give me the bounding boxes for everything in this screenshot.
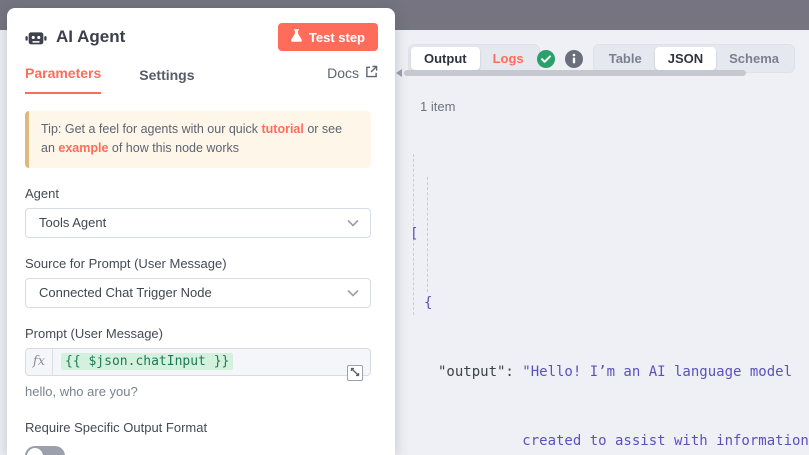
scrollbar-left-arrow bbox=[396, 69, 402, 77]
flask-icon bbox=[291, 29, 302, 45]
json-line: created to assist with information bbox=[410, 430, 809, 453]
node-header: AI Agent Test step bbox=[7, 8, 395, 51]
format-switch: Table JSON Schema bbox=[593, 44, 795, 73]
external-link-icon bbox=[365, 65, 378, 81]
json-line: "output": "Hello! I’m an AI language mode… bbox=[410, 361, 809, 384]
tab-schema[interactable]: Schema bbox=[716, 47, 792, 70]
json-line: { bbox=[410, 292, 809, 315]
expand-icon bbox=[350, 365, 360, 380]
output-format-toggle[interactable] bbox=[25, 446, 65, 455]
output-format-label: Require Specific Output Format bbox=[25, 420, 378, 435]
json-string-value: "Hello! I’m an AI language model bbox=[522, 364, 792, 380]
expression-code[interactable]: {{ $json.chatInput }} bbox=[61, 353, 233, 370]
node-tabs: Parameters Settings Docs bbox=[7, 51, 395, 94]
tab-output[interactable]: Output bbox=[411, 47, 480, 70]
prompt-source-select[interactable]: Connected Chat Trigger Node bbox=[25, 278, 371, 308]
chevron-down-icon bbox=[347, 289, 359, 297]
robot-icon bbox=[25, 26, 47, 48]
success-check-icon bbox=[537, 50, 555, 68]
json-line: [ bbox=[410, 223, 809, 246]
agent-select[interactable]: Tools Agent bbox=[25, 208, 371, 238]
test-step-button[interactable]: Test step bbox=[278, 23, 378, 51]
json-output-view: [ { "output": "Hello! I’m an AI language … bbox=[410, 131, 809, 455]
chevron-down-icon bbox=[347, 219, 359, 227]
fx-badge: fx bbox=[26, 349, 53, 375]
toggle-knob bbox=[27, 448, 43, 455]
parameters-form: Tip: Get a feel for agents with our quic… bbox=[7, 94, 395, 455]
prompt-source-label: Source for Prompt (User Message) bbox=[25, 256, 378, 271]
expand-expression-button[interactable] bbox=[347, 365, 363, 381]
tab-parameters[interactable]: Parameters bbox=[25, 65, 101, 94]
agent-label: Agent bbox=[25, 186, 378, 201]
docs-link[interactable]: Docs bbox=[327, 65, 378, 94]
tutorial-link[interactable]: tutorial bbox=[261, 122, 303, 136]
example-link[interactable]: example bbox=[58, 141, 108, 155]
tab-json[interactable]: JSON bbox=[655, 47, 716, 70]
prompt-label: Prompt (User Message) bbox=[25, 326, 378, 341]
tab-settings[interactable]: Settings bbox=[139, 67, 194, 94]
prompt-expression-field[interactable]: fx {{ $json.chatInput }} bbox=[25, 348, 371, 376]
tip-callout: Tip: Get a feel for agents with our quic… bbox=[25, 111, 371, 168]
tab-logs[interactable]: Logs bbox=[480, 47, 537, 70]
prompt-resolved-value: hello, who are you? bbox=[25, 384, 378, 399]
info-icon[interactable] bbox=[565, 50, 583, 68]
node-title: AI Agent bbox=[56, 27, 125, 47]
tab-table[interactable]: Table bbox=[596, 47, 655, 70]
node-settings-panel: AI Agent Test step Parameters Settings D… bbox=[7, 8, 395, 455]
json-key: "output": bbox=[438, 364, 514, 380]
horizontal-scrollbar[interactable] bbox=[404, 70, 746, 76]
items-count: 1 item bbox=[420, 99, 455, 114]
output-logs-switch: Output Logs bbox=[408, 44, 540, 73]
